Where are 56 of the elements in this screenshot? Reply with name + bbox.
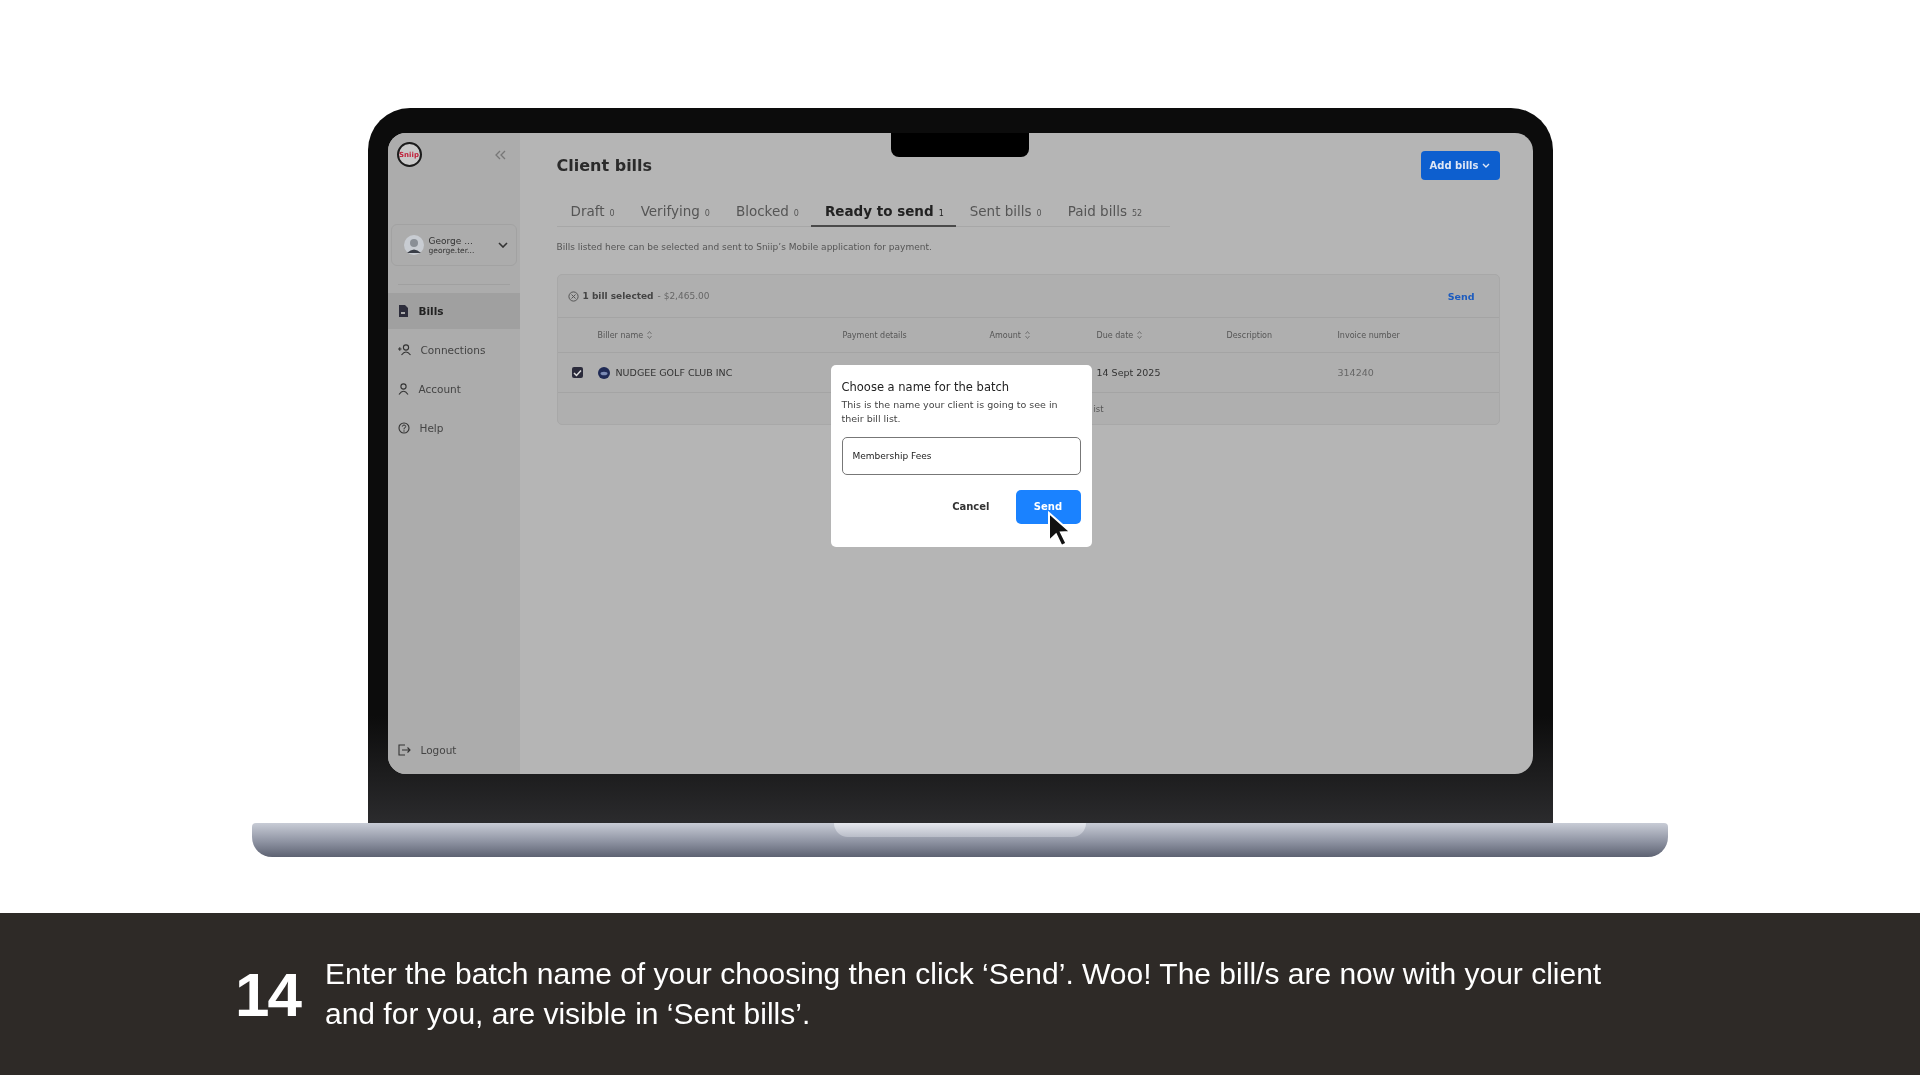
step-number: 14 bbox=[235, 958, 300, 1030]
column-header: Invoice number bbox=[1337, 330, 1401, 340]
tab-count: 1 bbox=[938, 209, 944, 218]
tab-count: 0 bbox=[609, 209, 615, 218]
column-header: Description bbox=[1226, 330, 1274, 340]
cancel-button[interactable]: Cancel bbox=[946, 489, 996, 524]
selection-summary: 1 bill selected bbox=[582, 291, 654, 301]
user-name: George ... bbox=[428, 235, 474, 246]
help-icon bbox=[397, 422, 410, 434]
column-header[interactable]: Biller name bbox=[597, 330, 843, 340]
chevron-down-icon bbox=[497, 242, 508, 248]
biller-logo-icon bbox=[597, 366, 610, 379]
column-header[interactable]: Due date bbox=[1096, 330, 1227, 340]
clear-selection-icon bbox=[567, 290, 579, 302]
nav-item[interactable]: Account bbox=[387, 371, 520, 407]
tab[interactable]: Verifying 0 bbox=[626, 196, 722, 227]
column-header[interactable]: Amount bbox=[989, 330, 1097, 340]
dialog-title: Choose a name for the batch bbox=[841, 380, 1011, 394]
send-link[interactable]: Send bbox=[1447, 290, 1475, 302]
tab[interactable]: Ready to send 1 bbox=[810, 196, 956, 227]
tab-count: 52 bbox=[1131, 209, 1143, 218]
document-icon bbox=[397, 305, 409, 317]
checkbox[interactable] bbox=[571, 367, 583, 378]
add-bills-button[interactable]: Add bills bbox=[1420, 151, 1500, 180]
footer-text: ist bbox=[1093, 403, 1104, 414]
caption-text: Enter the batch name of your choosing then click ‘Send’. Woo! The bill/s are now with your client and for you, are visible in ‘Sent bills’. bbox=[324, 955, 1603, 1032]
nav-item[interactable]: Help bbox=[387, 410, 520, 446]
selection-amount: - $2,465.00 bbox=[657, 291, 711, 301]
add-person-icon bbox=[397, 344, 411, 356]
logout-item[interactable]: Logout bbox=[387, 732, 520, 768]
page-title: Client bills bbox=[556, 156, 653, 175]
table-cell-text: 14 Sept 2025 bbox=[1096, 367, 1162, 378]
column-header: Payment details bbox=[842, 330, 908, 340]
dialog-text: This is the name your client is going to see in their bill list. bbox=[841, 398, 1059, 426]
nav-item[interactable]: Bills bbox=[387, 293, 520, 329]
collapse-icon bbox=[494, 149, 506, 160]
tab[interactable]: Paid bills 52 bbox=[1053, 196, 1155, 227]
avatar bbox=[403, 235, 424, 255]
chevron-down-icon bbox=[1482, 163, 1491, 168]
sort-icon bbox=[1024, 330, 1030, 339]
batch-name-field[interactable]: Membership Fees bbox=[841, 436, 1081, 475]
tab[interactable]: Draft 0 bbox=[556, 196, 627, 227]
tab[interactable]: Sent bills 0 bbox=[955, 196, 1054, 227]
nav-item[interactable]: Connections bbox=[387, 332, 520, 368]
sort-icon bbox=[1137, 330, 1143, 339]
tab-count: 0 bbox=[1036, 209, 1042, 218]
tab[interactable]: Blocked 0 bbox=[721, 196, 811, 227]
logout-icon bbox=[397, 744, 411, 756]
check-icon bbox=[572, 368, 582, 377]
tab-count: 0 bbox=[793, 209, 799, 218]
person-icon bbox=[397, 383, 409, 395]
sort-icon bbox=[647, 330, 653, 339]
tab-count: 0 bbox=[704, 209, 710, 218]
biller-name: NUDGEE GOLF CLUB INC bbox=[615, 367, 733, 378]
table-cell-text: 314240 bbox=[1337, 367, 1375, 378]
description-text: Bills listed here can be selected and sent to Sniip’s Mobile application for payment. bbox=[556, 242, 933, 252]
